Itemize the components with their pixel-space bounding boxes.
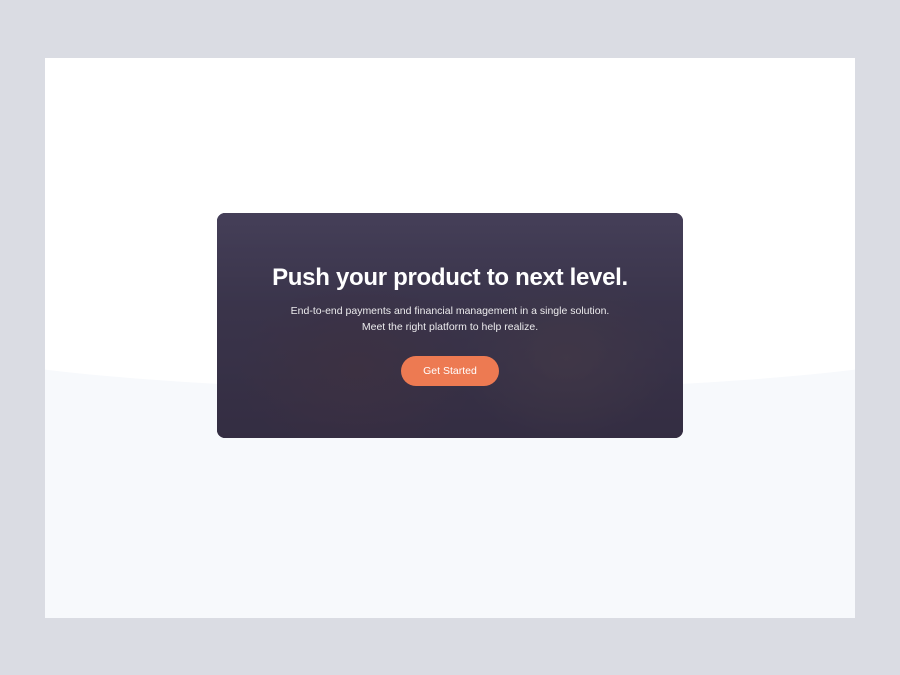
page-container: Push your product to next level. End-to-… bbox=[45, 58, 855, 618]
hero-title: Push your product to next level. bbox=[272, 264, 628, 292]
hero-content: Push your product to next level. End-to-… bbox=[217, 213, 683, 438]
hero-subtitle: End-to-end payments and financial manage… bbox=[290, 304, 610, 336]
hero-card: Push your product to next level. End-to-… bbox=[217, 213, 683, 438]
get-started-button[interactable]: Get Started bbox=[401, 356, 499, 386]
